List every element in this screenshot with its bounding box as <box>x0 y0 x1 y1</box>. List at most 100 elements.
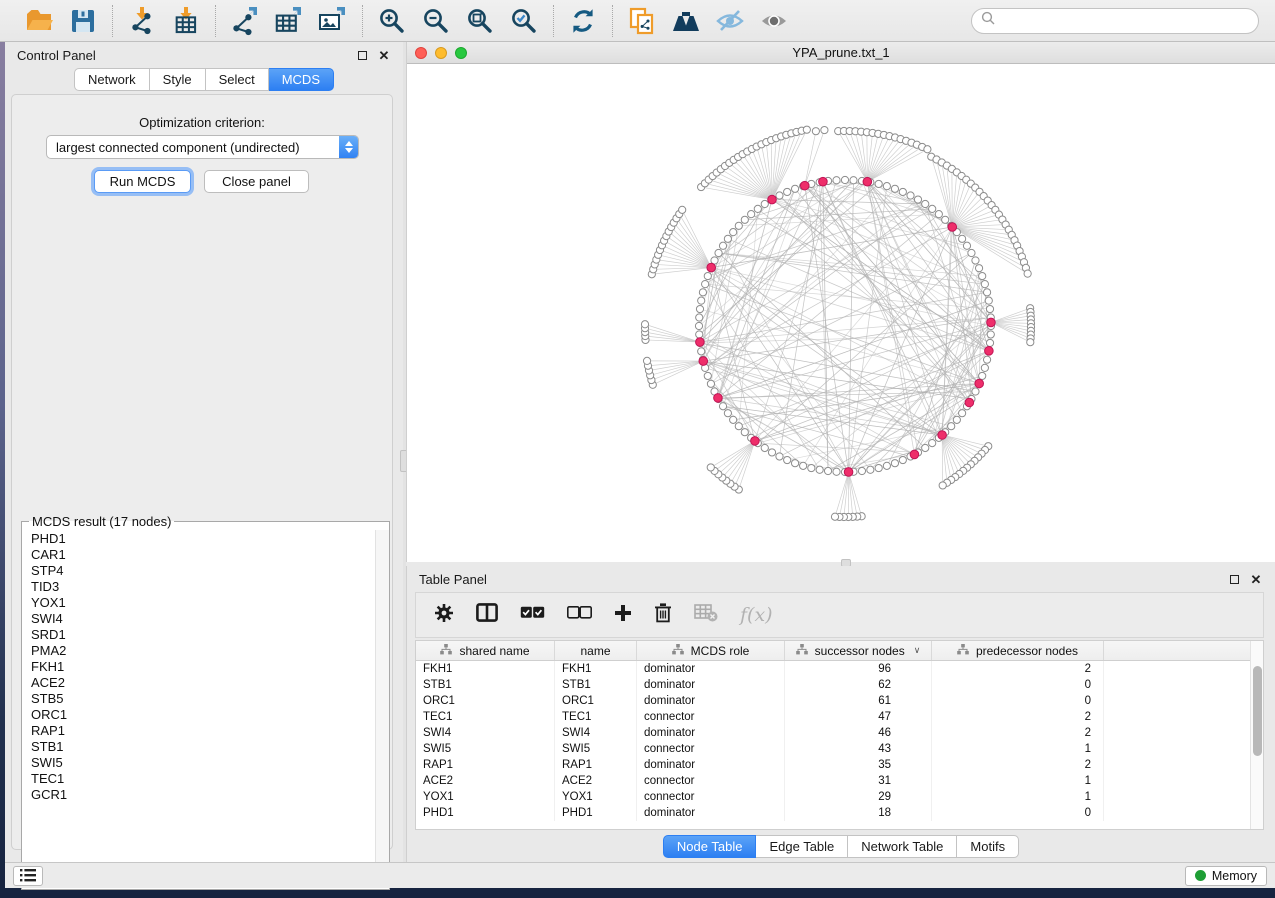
split-view-button[interactable] <box>476 603 498 627</box>
tab-network[interactable]: Network <box>74 68 150 91</box>
zoom-out-button[interactable] <box>419 5 453 37</box>
table-row[interactable]: PHD1PHD1dominator180 <box>416 805 1263 821</box>
new-network-from-selection-button[interactable] <box>625 5 659 37</box>
memory-button[interactable]: Memory <box>1185 866 1267 886</box>
network-frame-titlebar: YPA_prune.txt_1 <box>407 42 1275 64</box>
toolbar-group <box>363 5 553 37</box>
column-label: name <box>580 644 610 658</box>
table-row[interactable]: TEC1TEC1connector472 <box>416 709 1263 725</box>
close-window-button[interactable] <box>415 47 427 59</box>
column-label: successor nodes <box>815 644 905 658</box>
settings-gear-button[interactable] <box>434 603 454 628</box>
tab-style[interactable]: Style <box>150 68 206 91</box>
table-row[interactable]: FKH1FKH1dominator962 <box>416 661 1263 677</box>
search-box[interactable] <box>971 8 1259 34</box>
zoom-in-icon <box>377 6 407 36</box>
shared-column-icon <box>672 644 684 658</box>
network-graph <box>407 64 1275 562</box>
tab-mcds[interactable]: MCDS <box>269 68 334 91</box>
column-label: shared name <box>459 644 529 658</box>
show-all-button[interactable] <box>757 5 791 37</box>
mcds-result-item: RAP1 <box>23 723 375 739</box>
mcds-result-item: YOX1 <box>23 595 375 611</box>
table-row[interactable]: SWI4SWI4dominator462 <box>416 725 1263 741</box>
delete-column-button[interactable] <box>654 602 672 628</box>
column-header-successor-nodes[interactable]: successor nodes∨ <box>785 641 932 660</box>
hide-selected-button[interactable] <box>713 5 747 37</box>
apply-layout-button[interactable] <box>566 5 600 37</box>
mcds-result-title: MCDS result (17 nodes) <box>29 514 174 529</box>
table-row[interactable]: RAP1RAP1dominator352 <box>416 757 1263 773</box>
delete-table-button <box>694 604 718 627</box>
close-panel-button[interactable]: ✕ <box>377 48 391 62</box>
table-close-panel-button[interactable]: ✕ <box>1249 572 1263 586</box>
cell-successor-nodes: 47 <box>785 709 932 725</box>
mcds-list-scrollbar[interactable] <box>375 530 389 888</box>
run-mcds-button[interactable]: Run MCDS <box>94 170 191 193</box>
table-row[interactable]: ORC1ORC1dominator610 <box>416 693 1263 709</box>
app-window: Control Panel ✕ NetworkStyleSelectMCDS O… <box>5 42 1275 888</box>
float-icon <box>1230 575 1239 584</box>
cell-shared-name: ORC1 <box>416 693 555 709</box>
dropdown-selected-value: largest connected component (undirected) <box>47 140 339 155</box>
maximize-window-button[interactable] <box>455 47 467 59</box>
column-header-shared-name[interactable]: shared name <box>416 641 555 660</box>
table-scrollbar[interactable] <box>1250 641 1263 829</box>
export-table-button[interactable] <box>272 5 306 37</box>
cell-MCDS-role: connector <box>637 773 785 789</box>
zoom-in-button[interactable] <box>375 5 409 37</box>
cell-name: FKH1 <box>555 661 637 677</box>
control-panel-tabs: NetworkStyleSelectMCDS <box>5 68 403 91</box>
cell-predecessor-nodes: 0 <box>932 805 1104 821</box>
column-header-name[interactable]: name <box>555 641 637 660</box>
mcds-result-item: FKH1 <box>23 659 375 675</box>
column-header-predecessor-nodes[interactable]: predecessor nodes <box>932 641 1104 660</box>
cell-shared-name: YOX1 <box>416 789 555 805</box>
cell-MCDS-role: dominator <box>637 677 785 693</box>
table-row[interactable]: SWI5SWI5connector431 <box>416 741 1263 757</box>
table-float-panel-button[interactable] <box>1227 572 1241 586</box>
first-neighbors-button[interactable] <box>669 5 703 37</box>
close-panel-button-mcds[interactable]: Close panel <box>204 170 309 193</box>
search-input[interactable] <box>1001 12 1249 29</box>
tab-select[interactable]: Select <box>206 68 269 91</box>
import-table-button[interactable] <box>169 5 203 37</box>
network-canvas[interactable] <box>407 64 1275 562</box>
cell-name: YOX1 <box>555 789 637 805</box>
optimization-criterion-dropdown[interactable]: largest connected component (undirected) <box>46 135 359 159</box>
table-tab-node-table[interactable]: Node Table <box>663 835 757 858</box>
mcds-result-item: STB1 <box>23 739 375 755</box>
minimize-window-button[interactable] <box>435 47 447 59</box>
export-image-icon <box>318 6 348 36</box>
export-network-button[interactable] <box>228 5 262 37</box>
table-row[interactable]: STB1STB1dominator620 <box>416 677 1263 693</box>
table-scrollbar-thumb[interactable] <box>1253 666 1262 756</box>
task-history-button[interactable] <box>13 866 43 886</box>
column-header-MCDS-role[interactable]: MCDS role <box>637 641 785 660</box>
table-tab-motifs[interactable]: Motifs <box>957 835 1019 858</box>
cell-predecessor-nodes: 2 <box>932 725 1104 741</box>
control-panel: Control Panel ✕ NetworkStyleSelectMCDS O… <box>5 42 403 862</box>
table-row[interactable]: ACE2ACE2connector311 <box>416 773 1263 789</box>
table-tab-network-table[interactable]: Network Table <box>848 835 957 858</box>
zoom-selected-button[interactable] <box>507 5 541 37</box>
deselect-all-button[interactable] <box>567 606 592 624</box>
export-image-button[interactable] <box>316 5 350 37</box>
save-session-button[interactable] <box>66 5 100 37</box>
open-session-button[interactable] <box>22 5 56 37</box>
float-panel-button[interactable] <box>355 48 369 62</box>
zoom-out-icon <box>421 6 451 36</box>
mcds-result-item: STB5 <box>23 691 375 707</box>
zoom-fit-button[interactable] <box>463 5 497 37</box>
cell-shared-name: PHD1 <box>416 805 555 821</box>
mcds-result-item: SWI4 <box>23 611 375 627</box>
column-label: predecessor nodes <box>976 644 1078 658</box>
cell-successor-nodes: 31 <box>785 773 932 789</box>
cell-MCDS-role: dominator <box>637 757 785 773</box>
select-all-button[interactable] <box>520 606 545 624</box>
control-panel-header: Control Panel ✕ <box>5 42 403 68</box>
table-row[interactable]: YOX1YOX1connector291 <box>416 789 1263 805</box>
import-network-button[interactable] <box>125 5 159 37</box>
add-column-button[interactable] <box>614 604 632 627</box>
table-tab-edge-table[interactable]: Edge Table <box>756 835 848 858</box>
